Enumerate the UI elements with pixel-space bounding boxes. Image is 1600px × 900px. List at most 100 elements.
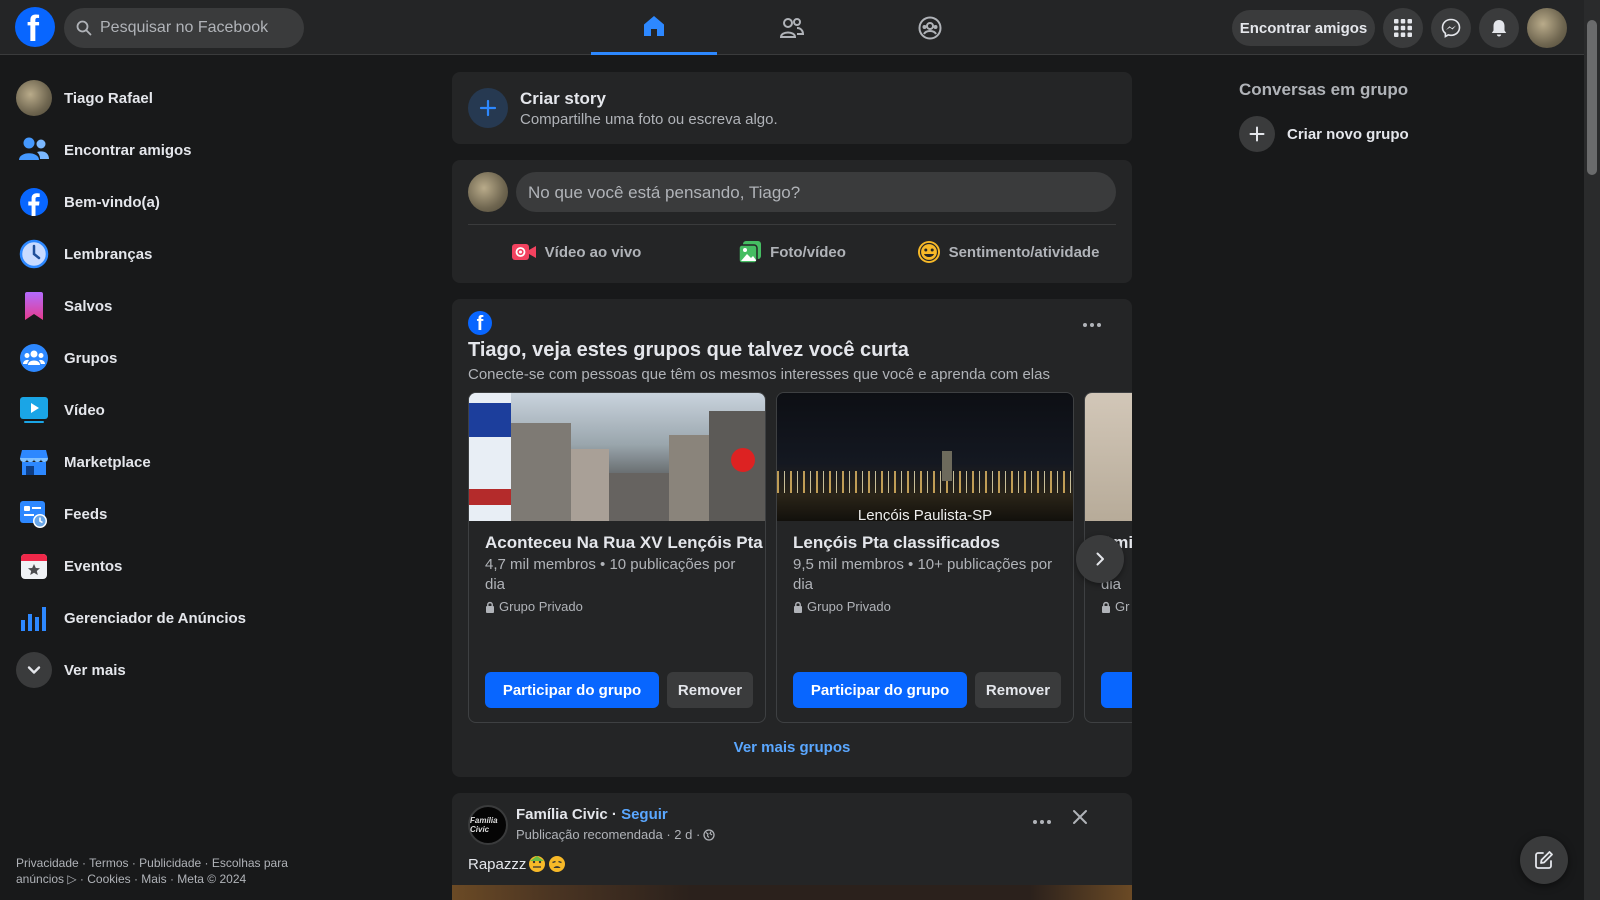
sidebar-item-groups[interactable]: Grupos (8, 332, 348, 384)
sidebar-item-find-friends[interactable]: Encontrar amigos (8, 124, 348, 176)
remove-group-button[interactable]: Remover (975, 672, 1061, 708)
image-caption: Lençóis Paulista-SP (857, 507, 993, 521)
sidebar-item-feeds[interactable]: Feeds (8, 488, 348, 540)
sidebar-item-label: Ver mais (64, 661, 126, 679)
join-group-button[interactable]: Participar do grupo (485, 672, 659, 708)
lock-icon (794, 601, 802, 613)
footer-line[interactable]: Privacidade · Termos · Publicidade · Esc… (16, 855, 316, 871)
emoji-icon (549, 856, 566, 872)
create-story-subtitle: Compartilhe uma foto ou escreva algo. (520, 111, 778, 128)
sidebar-item-see-more[interactable]: Ver mais (8, 644, 348, 696)
lock-icon (486, 601, 494, 613)
carousel-next-button[interactable] (1076, 535, 1124, 583)
group-privacy: Grupo Privado (793, 599, 891, 614)
account-avatar[interactable] (1527, 8, 1567, 48)
join-group-button[interactable]: Pa (1101, 672, 1132, 708)
follow-link[interactable]: Seguir (621, 806, 668, 823)
sidebar-item-label: Lembranças (64, 245, 153, 263)
group-cover-image: Lençóis Paulista-SP (777, 393, 1073, 521)
create-story-card[interactable]: Criar story Compartilhe uma foto ou escr… (452, 72, 1132, 144)
search-input[interactable] (100, 8, 296, 48)
create-story-title: Criar story (520, 89, 606, 108)
group-name[interactable]: Lençóis Pta classificados (793, 533, 1000, 553)
group-cover-image (469, 393, 765, 521)
join-group-button[interactable]: Participar do grupo (793, 672, 967, 708)
avatar (16, 80, 52, 116)
bookmark-icon (16, 288, 52, 324)
page-scrollbar[interactable] (1584, 0, 1600, 900)
notifications-button[interactable] (1479, 8, 1519, 48)
home-icon (644, 16, 664, 36)
avatar[interactable] (468, 172, 508, 212)
post-options-icon[interactable] (1033, 820, 1051, 824)
live-video-button[interactable]: Vídeo ao vivo (468, 232, 684, 272)
post-meta-text: Publicação recomendada · 2 d · (516, 827, 701, 842)
facebook-icon: f (468, 311, 492, 335)
sidebar-item-label: Gerenciador de Anúncios (64, 609, 246, 627)
messenger-button[interactable] (1431, 8, 1471, 48)
action-label: Vídeo ao vivo (544, 243, 642, 261)
sidebar-item-welcome[interactable]: Bem-vindo(a) (8, 176, 348, 228)
tab-friends[interactable] (729, 0, 855, 55)
avatar-logo-text: Família Civic (470, 816, 498, 834)
sidebar-item-memories[interactable]: Lembranças (8, 228, 348, 280)
group-card[interactable]: Lençóis Paulista-SP Lençóis Pta classifi… (776, 392, 1074, 723)
chevron-right-icon (1096, 552, 1104, 566)
scrollbar-thumb[interactable] (1587, 20, 1597, 175)
chevron-down-icon (16, 652, 52, 688)
page-avatar[interactable]: Família Civic (468, 805, 508, 845)
new-message-button[interactable] (1520, 836, 1568, 884)
group-cover-image (1085, 393, 1132, 521)
menu-button[interactable] (1383, 8, 1423, 48)
see-more-groups-link[interactable]: Ver mais grupos (452, 739, 1132, 756)
groups-icon (16, 340, 52, 376)
more-options-icon[interactable] (1083, 323, 1101, 327)
create-new-group-button[interactable]: Criar novo grupo (1239, 116, 1409, 152)
close-icon[interactable] (1070, 807, 1090, 827)
facebook-logo[interactable]: f (15, 7, 55, 49)
compose-icon (1535, 851, 1553, 869)
group-privacy-label: Grupo Privado (499, 599, 583, 614)
post-author[interactable]: Família Civic (516, 806, 608, 823)
sidebar-item-label: Grupos (64, 349, 118, 367)
sidebar-item-label: Encontrar amigos (64, 141, 192, 159)
create-new-group-label: Criar novo grupo (1287, 125, 1409, 143)
clock-icon (16, 236, 52, 272)
group-meta: 9,5 mil membros • 10+ publicações por di… (793, 556, 1053, 593)
footer-links[interactable]: Privacidade · Termos · Publicidade · Esc… (16, 855, 316, 887)
post-text: Rapazzz (468, 855, 566, 873)
sidebar-item-marketplace[interactable]: Marketplace (8, 436, 348, 488)
marketplace-icon (16, 444, 52, 480)
feeling-activity-button[interactable]: Sentimento/atividade (900, 232, 1116, 272)
group-card[interactable]: Aconteceu Na Rua XV Lençóis Pta 4,7 mil … (468, 392, 766, 723)
video-icon (16, 392, 52, 428)
post-image[interactable] (452, 885, 1132, 900)
find-friends-button[interactable]: Encontrar amigos (1232, 10, 1375, 46)
sidebar-item-ads-manager[interactable]: Gerenciador de Anúncios (8, 592, 348, 644)
sidebar-item-events[interactable]: Eventos (8, 540, 348, 592)
footer-line[interactable]: anúncios ▷ · Cookies · Mais · Meta © 202… (16, 871, 316, 887)
sidebar-item-saved[interactable]: Salvos (8, 280, 348, 332)
remove-group-button[interactable]: Remover (667, 672, 753, 708)
composer-input[interactable]: No que você está pensando, Tiago? (516, 172, 1116, 212)
friends-icon (779, 17, 805, 38)
sidebar-item-video[interactable]: Vídeo (8, 384, 348, 436)
suggested-groups-title: Tiago, veja estes grupos que talvez você… (468, 339, 909, 361)
search-box[interactable] (64, 8, 304, 48)
group-privacy-label: Grupo Privado (807, 599, 891, 614)
sidebar-item-profile[interactable]: Tiago Rafael (8, 72, 348, 124)
group-name[interactable]: Aconteceu Na Rua XV Lençóis Pta (485, 533, 763, 553)
left-sidebar: Tiago Rafael Encontrar amigos Bem-vindo(… (8, 72, 348, 696)
suggested-groups-card: f Tiago, veja estes grupos que talvez vo… (452, 299, 1132, 777)
tab-home[interactable] (591, 0, 717, 55)
composer-actions: Vídeo ao vivo Foto/vídeo Sentimento/ativ… (468, 232, 1116, 272)
action-label: Sentimento/atividade (948, 243, 1100, 261)
messenger-icon (1441, 18, 1461, 38)
groups-icon (918, 16, 942, 39)
news-feed: Criar story Compartilhe uma foto ou escr… (452, 72, 1132, 900)
photo-video-button[interactable]: Foto/vídeo (684, 232, 900, 272)
tab-groups[interactable] (867, 0, 993, 55)
post-composer: No que você está pensando, Tiago? Vídeo … (452, 160, 1132, 283)
sidebar-item-label: Feeds (64, 505, 108, 523)
feeling-icon (917, 241, 940, 263)
